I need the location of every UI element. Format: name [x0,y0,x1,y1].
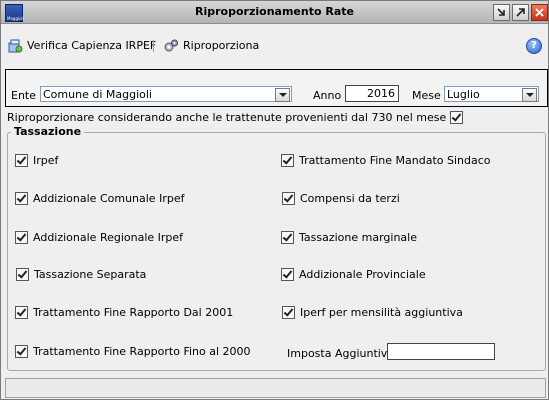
tassazione-separata-checkbox[interactable] [16,268,29,281]
verifica-label: Verifica Capienza IRPEF [27,39,157,52]
toolbar: Verifica Capienza IRPEF Riproporziona ? [1,24,548,66]
restore-button[interactable] [512,4,529,21]
imposta-aggiuntiva-input[interactable] [387,343,495,360]
chevron-down-icon[interactable] [275,88,290,102]
option-label: Compensi da terzi [300,192,400,205]
riproporziona-button[interactable]: Riproporziona [163,38,259,54]
option-label: Addizionale Regionale Irpef [33,231,184,244]
option-tfr-dal-2001[interactable]: Trattamento Fine Rapporto Dal 2001 [15,306,233,319]
option-tfr-fino-2000[interactable]: Trattamento Fine Rapporto Fino al 2000 [15,345,251,358]
ripro-730-option: Riproporzionare considerando anche le tr… [7,111,464,124]
option-label: Trattamento Fine Mandato Sindaco [299,154,491,167]
tassazione-group [7,132,546,371]
option-irpef-mensilita[interactable]: Iperf per mensilità aggiuntiva [282,306,463,319]
option-label: Tassazione marginale [299,231,417,244]
minimize-button[interactable] [493,4,510,21]
option-label: Iperf per mensilità aggiuntiva [300,306,463,319]
option-addizionale-comunale[interactable]: Addizionale Comunale Irpef [15,192,184,205]
ente-select[interactable]: Comune di Maggioli [40,86,292,102]
option-tassazione-separata[interactable]: Tassazione Separata [16,268,146,281]
imposta-aggiuntiva-label: Imposta Aggiuntiva [287,347,395,360]
option-label: Tassazione Separata [34,268,147,281]
irpef-checkbox[interactable] [15,154,28,167]
option-label: Addizionale Comunale Irpef [33,192,185,205]
ripro-730-checkbox[interactable] [450,111,464,124]
close-button[interactable] [531,4,548,21]
tassazione-title: Tassazione [11,125,85,138]
option-compensi-terzi[interactable]: Compensi da terzi [282,192,400,205]
filter-panel: Ente Comune di Maggioli Anno 2016 Mese L… [5,69,548,107]
anno-input[interactable]: 2016 [345,85,399,102]
mese-label: Mese [412,89,441,102]
ripro-730-label: Riproporzionare considerando anche le tr… [7,111,447,124]
option-addizionale-regionale[interactable]: Addizionale Regionale Irpef [15,231,183,244]
status-bar [5,378,546,398]
main-window: Maggioli Riproporzionamento Rate Verific… [0,0,549,400]
compensi-terzi-checkbox[interactable] [282,192,295,205]
verifica-capienza-button[interactable]: Verifica Capienza IRPEF [7,38,156,54]
option-label: Irpef [33,154,59,167]
toolbar-separator [153,40,154,52]
irpef-mensilita-checkbox[interactable] [282,306,295,319]
tfm-sindaco-checkbox[interactable] [281,154,294,167]
ente-value: Comune di Maggioli [43,88,152,101]
option-label: Trattamento Fine Rapporto Dal 2001 [33,306,234,319]
chevron-down-icon[interactable] [522,88,537,102]
minimize-icon [497,8,505,16]
option-tassazione-marginale[interactable]: Tassazione marginale [281,231,417,244]
addizionale-provinciale-checkbox[interactable] [281,268,294,281]
addizionale-regionale-checkbox[interactable] [15,231,28,244]
restore-icon [516,8,525,17]
title-bar: Maggioli Riproporzionamento Rate [1,1,548,24]
tfr-dal-2001-checkbox[interactable] [15,306,28,319]
verifica-icon [8,39,23,53]
addizionale-comunale-checkbox[interactable] [15,192,28,205]
gears-icon [164,39,178,52]
window-title: Riproporzionamento Rate [195,5,354,18]
riproporziona-label: Riproporziona [183,39,260,52]
mese-select[interactable]: Luglio [444,86,539,102]
close-icon [535,8,544,17]
option-label: Addizionale Provinciale [299,268,426,281]
tassazione-marginale-checkbox[interactable] [281,231,294,244]
ente-label: Ente [11,89,37,102]
mese-value: Luglio [447,88,480,101]
anno-label: Anno [313,89,342,102]
tfr-fino-2000-checkbox[interactable] [15,345,28,358]
help-icon[interactable]: ? [526,38,542,54]
option-label: Trattamento Fine Rapporto Fino al 2000 [33,345,251,358]
option-addizionale-provinciale[interactable]: Addizionale Provinciale [281,268,426,281]
option-tfm-sindaco[interactable]: Trattamento Fine Mandato Sindaco [281,154,491,167]
option-irpef[interactable]: Irpef [15,154,58,167]
